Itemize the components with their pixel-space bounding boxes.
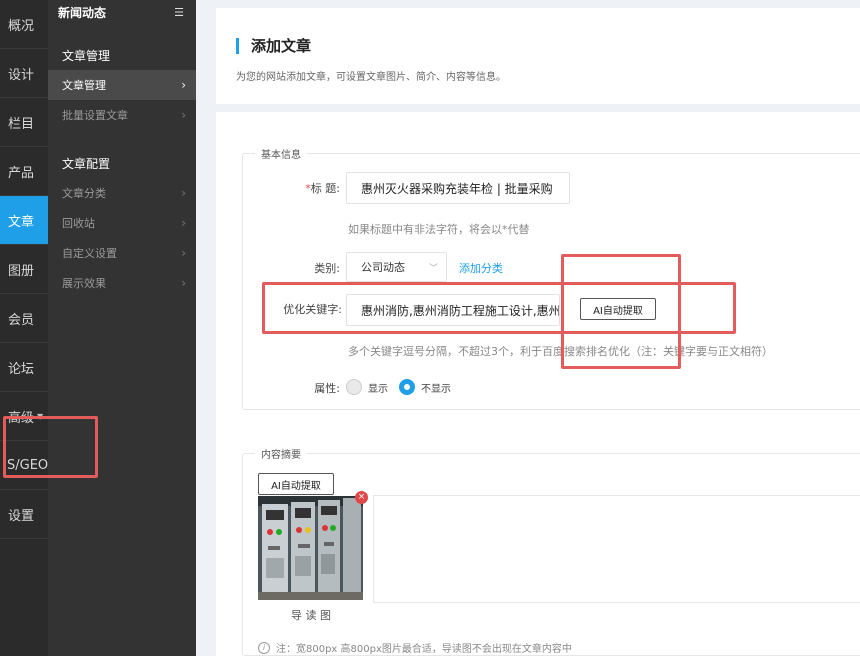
sub-item-categories[interactable]: 文章分类 ›: [48, 178, 196, 208]
collapse-menu-icon[interactable]: ☰: [174, 6, 184, 19]
radio-hide[interactable]: [399, 379, 415, 395]
sub-menu-header: 新闻动态 ☰: [48, 0, 196, 24]
page-title: 添加文章: [236, 38, 311, 54]
sub-item-article-manage[interactable]: 文章管理 ›: [48, 70, 196, 100]
sub-menu: 新闻动态 ☰ 文章管理 文章管理 › 批量设置文章 › 文章配置 文章分类 › …: [48, 0, 196, 656]
nav-albums[interactable]: 图册: [0, 245, 48, 294]
nav-forum[interactable]: 论坛: [0, 343, 48, 392]
section-legend: 基本信息: [261, 150, 301, 161]
attribute-label: 属性:: [314, 382, 340, 395]
sub-item-recycle-bin[interactable]: 回收站 ›: [48, 208, 196, 238]
sub-item-label: 批量设置文章: [62, 109, 128, 122]
chevron-right-icon: ›: [181, 78, 186, 92]
page-header: [216, 8, 860, 112]
sub-item-label: 自定义设置: [62, 247, 117, 260]
nav-design[interactable]: 设计: [0, 49, 48, 98]
chevron-right-icon: ›: [181, 216, 186, 230]
category-select[interactable]: 公司动态 ﹀: [346, 252, 447, 282]
chevron-right-icon: ›: [181, 186, 186, 200]
keywords-input[interactable]: 惠州消防,惠州消防工程施工设计,惠州: [346, 294, 560, 326]
add-category-link[interactable]: 添加分类: [459, 260, 503, 276]
radio-show-label: 显示: [368, 383, 388, 395]
nav-overview[interactable]: 概况: [0, 0, 48, 49]
main-nav-rail: 概况 设计 栏目 产品 文章 图册 会员 论坛 高级 ▼ S/GEO 设置: [0, 0, 48, 656]
electrical-cabinet-photo: [258, 496, 363, 600]
thumbnail-caption: 导 读 图: [291, 609, 331, 622]
nav-label: 高级: [8, 410, 35, 426]
sub-item-batch-settings[interactable]: 批量设置文章 ›: [48, 100, 196, 130]
title-label: *标 题:: [290, 180, 340, 196]
nav-members[interactable]: 会员: [0, 294, 48, 343]
nav-label: 产品: [8, 165, 35, 181]
nav-label: 栏目: [8, 116, 35, 132]
nav-label: 概况: [8, 18, 35, 34]
sub-item-display[interactable]: 展示效果 ›: [48, 268, 196, 298]
keywords-label: 优化关键字:: [283, 303, 342, 316]
radio-hide-label: 不显示: [421, 383, 451, 395]
sub-item-label: 展示效果: [62, 277, 106, 290]
info-icon: i: [258, 641, 270, 654]
summary-textarea[interactable]: [373, 495, 860, 603]
ai-extract-summary-button[interactable]: AI自动提取: [258, 473, 334, 495]
image-size-note-text: 注：宽800px 高800px图片最合适，导读图不会出现在文章内容中: [276, 644, 572, 655]
sub-menu-title: 新闻动态: [58, 5, 107, 20]
sub-group-title: 文章配置: [62, 156, 111, 171]
radio-show[interactable]: [346, 379, 362, 395]
nav-label: 文章: [8, 214, 35, 230]
page-description: 为您的网站添加文章，可设置文章图片、简介、内容等信息。: [236, 72, 506, 83]
category-value: 公司动态: [361, 261, 405, 274]
sub-item-label: 文章管理: [62, 79, 106, 92]
title-hint: 如果标题中有非法字符，将会以*代替: [348, 223, 530, 236]
attribute-show-option[interactable]: 显示: [346, 379, 388, 395]
ai-extract-keywords-button[interactable]: AI自动提取: [580, 298, 656, 320]
sub-group-title: 文章管理: [62, 48, 111, 63]
sub-item-custom-settings[interactable]: 自定义设置 ›: [48, 238, 196, 268]
sub-item-label: 文章分类: [62, 187, 106, 200]
nav-label: 会员: [8, 312, 35, 328]
nav-label: S/GEO: [7, 457, 49, 473]
nav-seo-geo[interactable]: S/GEO: [0, 441, 48, 490]
nav-columns[interactable]: 栏目: [0, 98, 48, 147]
category-label: 类别:: [314, 262, 340, 275]
nav-settings[interactable]: 设置: [0, 490, 48, 539]
section-legend: 内容摘要: [261, 450, 301, 461]
close-icon[interactable]: ×: [355, 491, 368, 504]
caret-down-icon: ▼: [37, 411, 44, 421]
nav-label: 论坛: [8, 361, 35, 377]
nav-label: 设计: [8, 67, 35, 83]
chevron-right-icon: ›: [181, 108, 186, 122]
nav-label: 图册: [8, 263, 35, 279]
nav-advanced[interactable]: 高级 ▼: [0, 392, 48, 441]
image-size-note: i 注：宽800px 高800px图片最合适，导读图不会出现在文章内容中: [258, 640, 572, 655]
keywords-hint: 多个关键字逗号分隔，不超过3个，利于百度搜索排名优化（注：关键字要与正文相符）: [348, 345, 773, 358]
nav-articles[interactable]: 文章: [0, 196, 48, 245]
lead-image-thumbnail[interactable]: [258, 496, 363, 600]
chevron-right-icon: ›: [181, 246, 186, 260]
nav-label: 设置: [8, 508, 35, 524]
attribute-hide-option[interactable]: 不显示: [399, 379, 451, 395]
title-label-text: 标 题:: [310, 182, 340, 195]
chevron-down-icon: ﹀: [428, 263, 438, 274]
nav-products[interactable]: 产品: [0, 147, 48, 196]
chevron-right-icon: ›: [181, 276, 186, 290]
sub-item-label: 回收站: [62, 217, 95, 230]
title-input[interactable]: 惠州灭火器采购充装年检 | 批量采购: [346, 172, 570, 204]
